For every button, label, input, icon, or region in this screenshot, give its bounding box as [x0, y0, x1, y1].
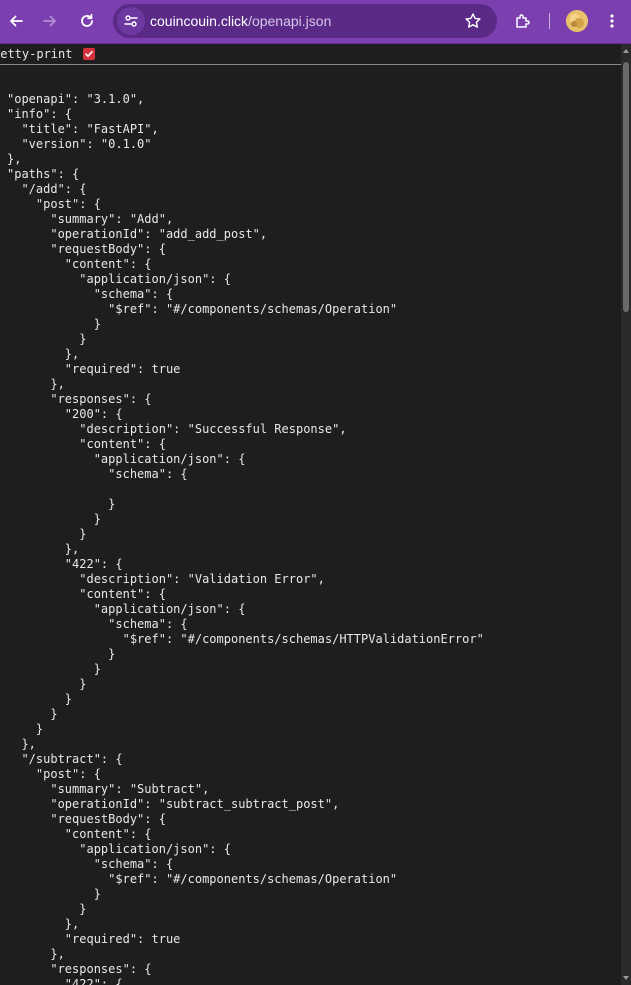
menu-dots-icon [610, 14, 614, 28]
bookmark-button[interactable] [463, 11, 483, 31]
url-path: /openapi.json [248, 13, 332, 29]
scroll-down-button[interactable] [622, 973, 630, 983]
pretty-print-checkbox[interactable] [83, 48, 95, 60]
address-bar[interactable]: couincouin.click/openapi.json [113, 4, 497, 38]
pretty-print-bar: retty-print [0, 44, 621, 65]
vertical-scrollbar[interactable] [621, 44, 631, 985]
site-settings-icon [124, 15, 138, 27]
pretty-print-label: retty-print [0, 47, 73, 61]
url-text[interactable]: couincouin.click/openapi.json [150, 4, 331, 38]
extensions-button[interactable] [509, 7, 537, 35]
scrollbar-thumb[interactable] [623, 62, 629, 312]
json-text: "openapi": "3.1.0", "info": { "title": "… [7, 92, 484, 985]
profile-avatar[interactable] [566, 10, 588, 32]
toolbar-divider [549, 13, 550, 29]
scroll-up-button[interactable] [622, 46, 630, 56]
reload-button[interactable] [73, 7, 101, 35]
url-host: couincouin.click [150, 13, 249, 29]
back-button[interactable] [2, 7, 30, 35]
profile-avatar-icon [566, 10, 588, 32]
back-icon [10, 15, 23, 27]
forward-icon [43, 15, 56, 27]
site-settings-button[interactable] [117, 7, 145, 35]
checkmark-icon [85, 51, 93, 57]
scroll-down-arrow-icon [623, 976, 629, 980]
browser-toolbar: couincouin.click/openapi.json [0, 0, 631, 44]
extensions-icon [516, 14, 530, 28]
forward-button[interactable] [36, 7, 64, 35]
reload-icon [81, 13, 93, 27]
bookmark-star-icon [465, 13, 481, 28]
menu-button[interactable] [598, 7, 626, 35]
scroll-up-arrow-icon [623, 49, 629, 53]
json-viewer: "openapi": "3.1.0", "info": { "title": "… [0, 65, 621, 985]
